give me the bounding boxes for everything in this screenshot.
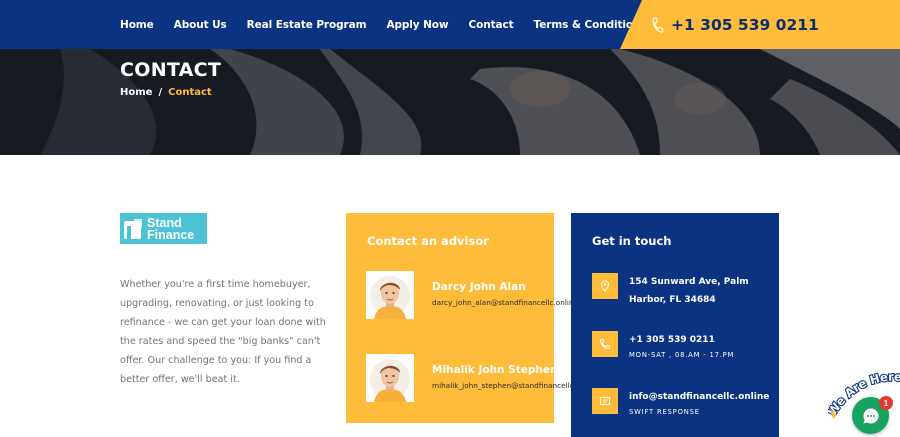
logo-house-icon bbox=[124, 218, 142, 239]
main-nav: Home About Us Real Estate Program Apply … bbox=[120, 0, 667, 49]
nav-real-estate-program[interactable]: Real Estate Program bbox=[247, 19, 367, 31]
logo-line-1: Stand bbox=[147, 215, 182, 230]
contact-info-card: Get in touch 154 Sunward Ave, Palm Harbo… bbox=[571, 213, 779, 437]
phone-icon bbox=[652, 16, 664, 33]
business-hours: MON-SAT , 08.AM - 17.PM bbox=[629, 351, 735, 359]
whatsapp-chat-icon bbox=[862, 407, 879, 423]
nav-apply-now[interactable]: Apply Now bbox=[386, 19, 448, 31]
location-pin-icon bbox=[600, 280, 610, 292]
advisor-card-title: Contact an advisor bbox=[367, 234, 489, 248]
advisor-item: Mihalik John Stephen mihalik_john_stephe… bbox=[366, 354, 606, 404]
address-text: 154 Sunward Ave, Palm Harbor, FL 34684 bbox=[629, 277, 749, 305]
logo-wordmark: Stand Finance bbox=[147, 215, 195, 242]
nav-home[interactable]: Home bbox=[120, 19, 154, 31]
header-phone-number: +1 305 539 0211 bbox=[671, 15, 819, 34]
chat-notification-badge: 1 bbox=[879, 396, 893, 410]
advisor-avatar bbox=[366, 354, 414, 402]
breadcrumb: Home / Contact bbox=[120, 87, 212, 98]
phone-icon bbox=[599, 339, 610, 350]
location-icon-box bbox=[592, 273, 618, 299]
contact-phone[interactable]: +1 305 539 0211 bbox=[629, 331, 769, 349]
header-phone[interactable]: +1 305 539 0211 bbox=[620, 0, 900, 49]
email-icon-box bbox=[592, 388, 618, 414]
advisor-item: Darcy John Alan darcy_john_alan@standfin… bbox=[366, 271, 606, 321]
advisor-name: Darcy John Alan bbox=[432, 281, 526, 293]
hero-banner: CONTACT Home / Contact bbox=[0, 49, 900, 155]
logo-line-2: Finance bbox=[147, 227, 195, 242]
email-note: SWIFT RESPONSE bbox=[629, 408, 700, 416]
contact-card-title: Get in touch bbox=[592, 234, 672, 248]
nav-about-us[interactable]: About Us bbox=[174, 19, 227, 31]
breadcrumb-separator: / bbox=[158, 87, 163, 98]
advisor-email[interactable]: darcy_john_alan@standfinancellc.online bbox=[432, 298, 578, 307]
page: Home About Us Real Estate Program Apply … bbox=[0, 0, 900, 437]
breadcrumb-current: Contact bbox=[168, 87, 212, 98]
about-paragraph: Whether you're a first time homebuyer, u… bbox=[120, 279, 326, 385]
page-title: CONTACT bbox=[120, 59, 222, 81]
phone-icon-box bbox=[592, 331, 618, 357]
advisor-avatar bbox=[366, 271, 414, 319]
stand-finance-logo[interactable]: Stand Finance bbox=[120, 213, 207, 244]
advisor-name: Mihalik John Stephen bbox=[432, 364, 558, 376]
advisor-card: Contact an advisor Darcy John Alan darcy… bbox=[346, 213, 598, 423]
nav-contact[interactable]: Contact bbox=[469, 19, 514, 31]
top-nav-bar: Home About Us Real Estate Program Apply … bbox=[0, 0, 900, 49]
breadcrumb-home[interactable]: Home bbox=[120, 87, 152, 98]
email-icon bbox=[600, 397, 610, 405]
contact-email[interactable]: info@standfinancellc.online bbox=[629, 388, 769, 406]
